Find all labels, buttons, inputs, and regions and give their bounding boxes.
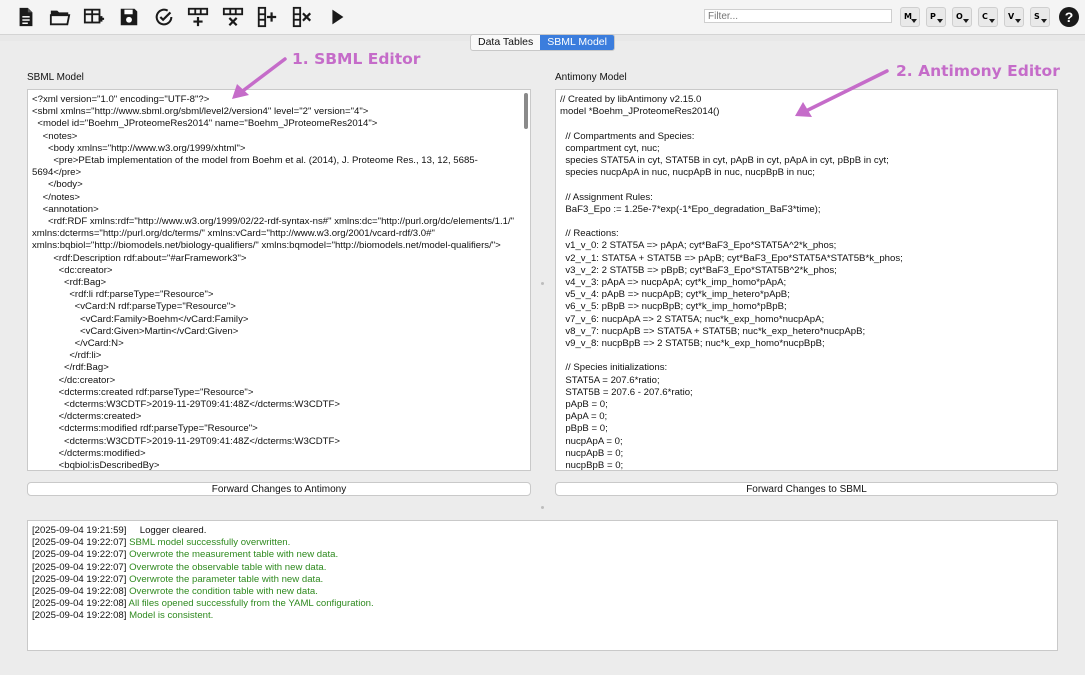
- horizontal-splitter-handle[interactable]: [541, 506, 544, 509]
- antimony-editor-annotation: 2. Antimony Editor: [896, 62, 1060, 80]
- sbml-scrollbar[interactable]: [524, 93, 528, 129]
- logger-panel: [2025-09-04 19:21:59] Logger cleared. [2…: [27, 520, 1058, 651]
- svg-text:C: C: [982, 12, 988, 21]
- log-line: [2025-09-04 19:22:07] Overwrote the meas…: [32, 549, 339, 561]
- svg-text:S: S: [1034, 12, 1040, 21]
- run-icon[interactable]: [324, 5, 350, 29]
- check-model-icon[interactable]: [151, 5, 177, 29]
- forward-to-antimony-button[interactable]: Forward Changes to Antimony: [27, 482, 531, 496]
- antimony-editor-text[interactable]: // Created by libAntimony v2.15.0 model …: [556, 90, 1057, 470]
- vertical-splitter-handle[interactable]: [541, 282, 544, 285]
- log-line: [2025-09-04 19:22:07] SBML model success…: [32, 537, 291, 549]
- filter-condition-icon[interactable]: C: [978, 7, 998, 27]
- add-column-icon[interactable]: [254, 5, 280, 29]
- tab-sbml-model[interactable]: SBML Model: [540, 35, 614, 50]
- add-row-icon[interactable]: [185, 5, 211, 29]
- log-line: [2025-09-04 19:22:08] Overwrote the cond…: [32, 586, 318, 598]
- filter-sbml-icon[interactable]: S: [1030, 7, 1050, 27]
- view-tabs: Data Tables SBML Model: [470, 34, 615, 51]
- svg-text:V: V: [1008, 12, 1015, 21]
- svg-text:M: M: [904, 12, 912, 21]
- help-icon[interactable]: ?: [1059, 7, 1079, 27]
- antimony-panel-label: Antimony Model: [555, 72, 627, 83]
- new-file-icon[interactable]: [13, 5, 39, 29]
- delete-row-icon[interactable]: [220, 5, 246, 29]
- svg-text:P: P: [930, 12, 936, 21]
- toolbar: M P O C V S ?: [0, 0, 1085, 35]
- save-icon[interactable]: [116, 5, 142, 29]
- log-line: [2025-09-04 19:21:59] Logger cleared.: [32, 525, 207, 536]
- log-line: [2025-09-04 19:22:07] Overwrote the para…: [32, 573, 324, 585]
- open-folder-icon[interactable]: [47, 5, 73, 29]
- sbml-editor-annotation: 1. SBML Editor: [292, 50, 421, 68]
- filter-measurement-icon[interactable]: M: [900, 7, 920, 27]
- sbml-panel-label: SBML Model: [27, 72, 84, 83]
- log-line: [2025-09-04 19:22:08] Model is consisten…: [32, 610, 214, 622]
- sbml-editor[interactable]: <?xml version="1.0" encoding="UTF-8"?> <…: [27, 89, 531, 471]
- filter-parameter-icon[interactable]: P: [926, 7, 946, 27]
- sbml-editor-text[interactable]: <?xml version="1.0" encoding="UTF-8"?> <…: [28, 90, 530, 470]
- filter-visualization-icon[interactable]: V: [1004, 7, 1024, 27]
- log-line: [2025-09-04 19:22:07] Overwrote the obse…: [32, 561, 327, 573]
- delete-column-icon[interactable]: [289, 5, 315, 29]
- add-table-icon[interactable]: [81, 5, 107, 29]
- antimony-editor[interactable]: // Created by libAntimony v2.15.0 model …: [555, 89, 1058, 471]
- svg-text:O: O: [956, 12, 963, 21]
- filter-observable-icon[interactable]: O: [952, 7, 972, 27]
- log-line: [2025-09-04 19:22:08] All files opened s…: [32, 598, 374, 610]
- filter-input[interactable]: [704, 9, 892, 23]
- forward-to-sbml-button[interactable]: Forward Changes to SBML: [555, 482, 1058, 496]
- tab-data-tables[interactable]: Data Tables: [471, 35, 540, 50]
